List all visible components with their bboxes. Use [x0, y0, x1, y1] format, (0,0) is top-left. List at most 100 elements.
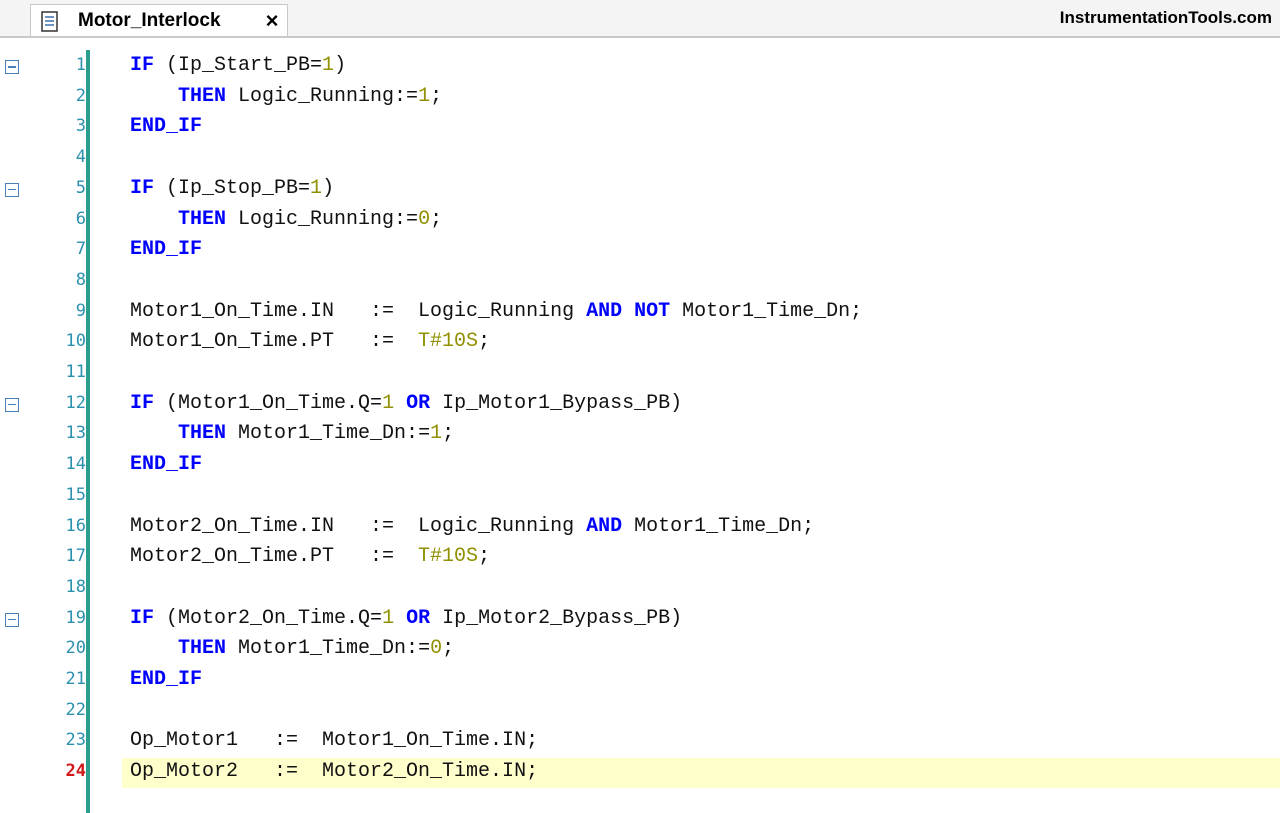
code-line[interactable]: 1 IF (Ip_Start_PB=1) [0, 52, 1280, 83]
code-text: THEN Logic_Running:=1; [130, 85, 442, 108]
code-token: 0 [430, 637, 443, 661]
code-line[interactable]: 13 THEN Motor1_Time_Dn:=1; [0, 420, 1280, 451]
code-text: IF (Ip_Stop_PB=1) [130, 177, 334, 200]
line-number: 11 [65, 362, 86, 382]
code-token: Logic_Running:= [226, 84, 419, 108]
code-token: Op_Motor2 := Motor2_On_Time.IN; [130, 760, 539, 784]
code-line[interactable]: 14 END_IF [0, 451, 1280, 482]
code-token: IF [130, 54, 155, 77]
code-token: (Motor1_On_Time.Q= [154, 391, 383, 415]
code-token: Motor2_On_Time.IN := Logic_Running [130, 514, 587, 538]
code-token: 1 [430, 422, 443, 446]
code-line[interactable]: 5 IF (Ip_Stop_PB=1) [0, 175, 1280, 206]
code-editor[interactable]: 1 IF (Ip_Start_PB=1) 2 THEN Logic_Running:… [0, 50, 1280, 813]
code-text: Motor2_On_Time.IN := Logic_Running AND M… [130, 515, 814, 538]
line-number: 21 [65, 669, 86, 689]
code-line[interactable]: 4 [0, 144, 1280, 175]
code-line[interactable]: 8 [0, 267, 1280, 298]
line-number: 9 [75, 300, 86, 321]
code-token: Ip_Motor1_Bypass_PB) [430, 391, 683, 415]
code-text: THEN Motor1_Time_Dn:=0; [130, 637, 454, 660]
code-line[interactable]: 3 END_IF [0, 113, 1280, 144]
code-line[interactable]: 2 THEN Logic_Running:=1; [0, 83, 1280, 114]
code-token: ; [430, 84, 443, 108]
code-text: Op_Motor1 := Motor1_On_Time.IN; [130, 729, 538, 752]
tabbar-divider [0, 36, 1280, 38]
code-text: THEN Motor1_Time_Dn:=1; [130, 422, 454, 445]
code-token: THEN [178, 207, 227, 231]
fold-collapse-icon[interactable] [5, 397, 19, 412]
code-text: END_IF [130, 453, 202, 476]
code-token: Motor2_On_Time.PT := [130, 545, 419, 569]
code-token: ; [442, 637, 455, 661]
close-icon[interactable]: × [261, 10, 283, 32]
code-line[interactable]: 16 Motor2_On_Time.IN := Logic_Running AND… [0, 513, 1280, 544]
code-token: (Ip_Stop_PB= [154, 176, 311, 200]
code-line[interactable]: 12 IF (Motor1_On_Time.Q=1 OR Ip_Motor1_By… [0, 390, 1280, 421]
code-token: ; [478, 545, 491, 569]
code-token: THEN [178, 637, 227, 661]
line-number: 4 [75, 147, 86, 168]
code-token: ) [334, 54, 347, 77]
line-number: 6 [75, 208, 86, 229]
code-line[interactable]: 15 [0, 482, 1280, 513]
fold-collapse-icon[interactable] [5, 612, 19, 627]
code-token: Motor1_On_Time.IN := Logic_Running [130, 299, 587, 323]
code-line[interactable]: 9 Motor1_On_Time.IN := Logic_Running AND … [0, 298, 1280, 329]
code-line[interactable]: 17 Motor2_On_Time.PT := T#10S; [0, 543, 1280, 574]
code-token: OR [406, 391, 431, 415]
code-token: ) [322, 176, 335, 200]
code-line[interactable]: 24 Op_Motor2 := Motor2_On_Time.IN; [0, 758, 1280, 789]
line-number: 13 [65, 423, 86, 444]
code-text: IF (Motor2_On_Time.Q=1 OR Ip_Motor2_Bypa… [130, 607, 682, 630]
code-line[interactable]: 10 Motor1_On_Time.PT := T#10S; [0, 328, 1280, 359]
line-number: 23 [65, 730, 86, 751]
line-number: 1 [75, 55, 86, 75]
line-number: 14 [65, 454, 86, 475]
line-number: 5 [75, 177, 86, 198]
code-token: IF [130, 176, 155, 200]
line-number: 15 [65, 484, 86, 505]
line-number: 17 [65, 546, 86, 567]
code-token: END_IF [130, 453, 203, 477]
line-number: 8 [75, 269, 86, 290]
line-number: 16 [65, 515, 86, 536]
tab-motor-interlock[interactable]: Motor_Interlock × [30, 4, 288, 37]
code-token: IF [130, 391, 155, 415]
code-line[interactable]: 22 [0, 697, 1280, 728]
code-line[interactable]: 11 [0, 359, 1280, 390]
code-text: Op_Motor2 := Motor2_On_Time.IN; [130, 760, 538, 783]
code-line[interactable]: 7 END_IF [0, 236, 1280, 267]
line-number: 3 [75, 116, 86, 137]
gutter-bar [86, 50, 90, 813]
code-token: Motor1_Time_Dn:= [226, 637, 431, 661]
fold-collapse-icon[interactable] [5, 182, 19, 197]
code-text: Motor1_On_Time.IN := Logic_Running AND N… [130, 300, 862, 323]
code-token: 1 [322, 54, 335, 77]
code-line[interactable]: 19 IF (Motor2_On_Time.Q=1 OR Ip_Motor2_By… [0, 605, 1280, 636]
tab-title: Motor_Interlock [78, 10, 221, 31]
code-line[interactable]: 21 END_IF [0, 666, 1280, 697]
code-token: (Ip_Start_PB= [154, 54, 323, 77]
code-token: ; [442, 422, 455, 446]
code-text: Motor2_On_Time.PT := T#10S; [130, 545, 490, 568]
line-number: 20 [65, 638, 86, 659]
code-line[interactable]: 18 [0, 574, 1280, 605]
tab-bar: Motor_Interlock × InstrumentationTools.c… [0, 0, 1280, 38]
code-token: 1 [418, 84, 431, 108]
code-token: AND NOT [586, 299, 671, 323]
code-token: ; [430, 207, 443, 231]
line-number: 10 [65, 331, 86, 352]
fold-collapse-icon[interactable] [5, 60, 19, 74]
code-token: Op_Motor1 := Motor1_On_Time.IN; [130, 729, 539, 753]
code-token: 1 [382, 606, 395, 630]
code-line[interactable]: 20 THEN Motor1_Time_Dn:=0; [0, 635, 1280, 666]
code-line[interactable]: 23 Op_Motor1 := Motor1_On_Time.IN; [0, 727, 1280, 758]
code-token: 1 [310, 176, 323, 200]
line-number: 12 [65, 392, 86, 413]
code-line[interactable]: 6 THEN Logic_Running:=0; [0, 206, 1280, 237]
